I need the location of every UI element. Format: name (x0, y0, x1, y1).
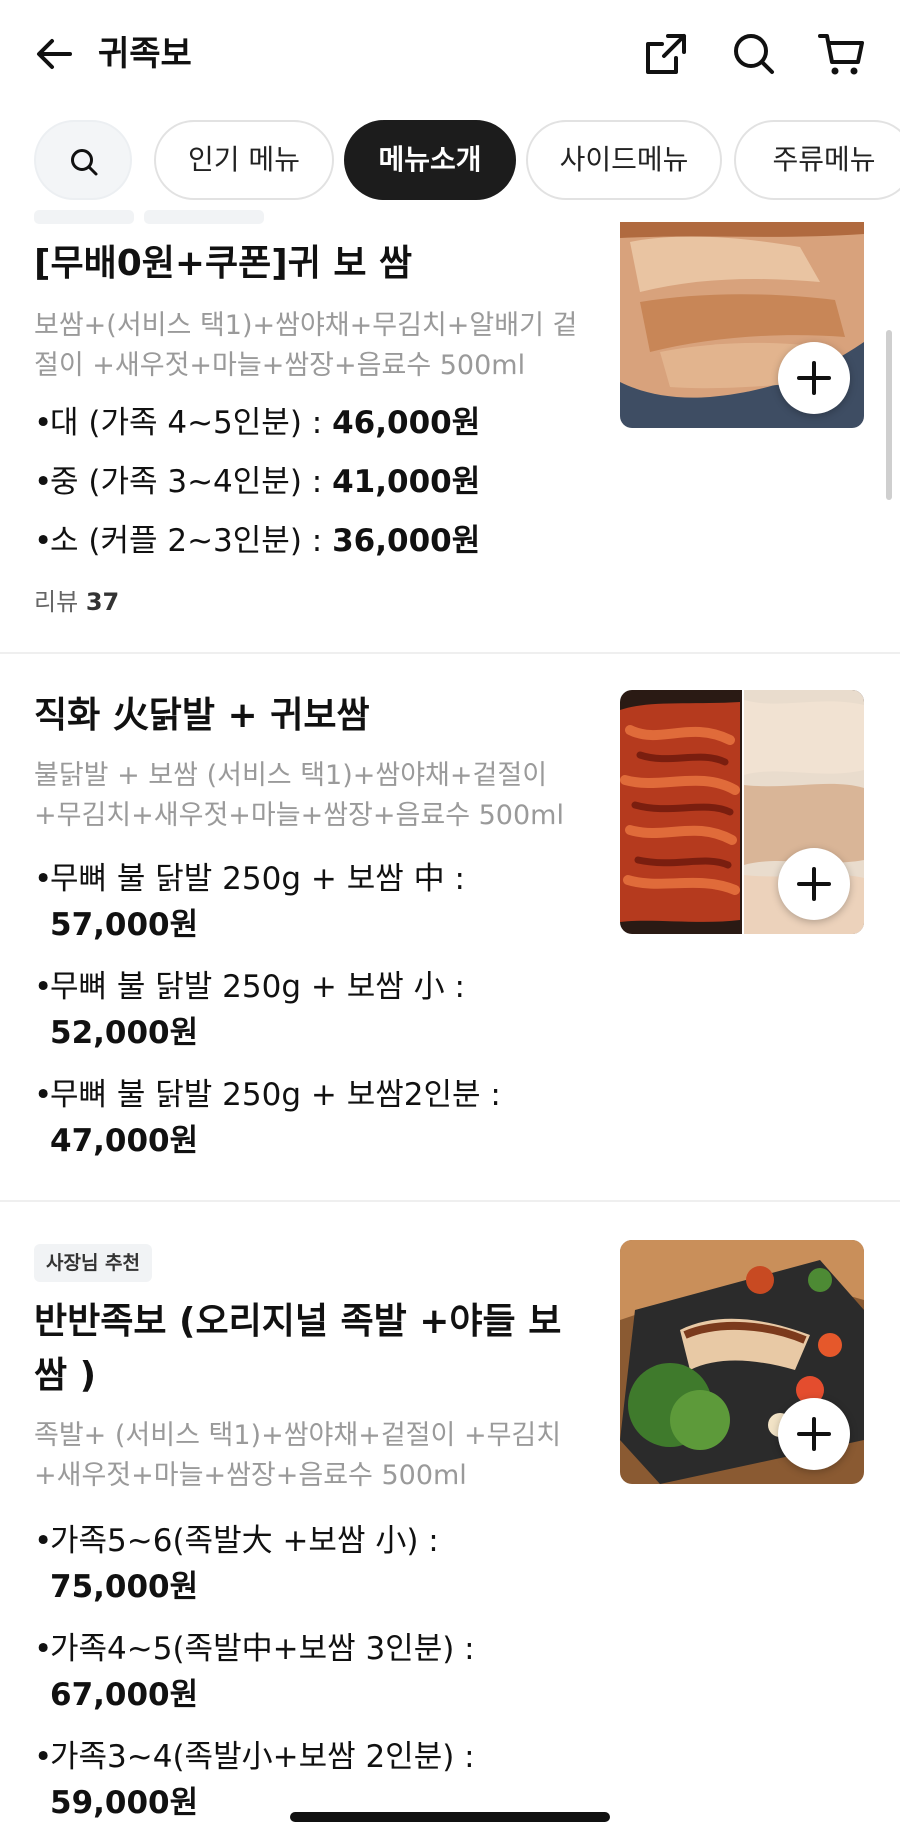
menu-item-name: 반반족보 (오리지널 족발 +야들 보 (34, 1301, 562, 1342)
add-to-cart-button[interactable] (778, 1398, 850, 1470)
tab-side-menu[interactable]: 사이드메뉴 (526, 120, 722, 200)
page-title: 귀족보 (98, 34, 192, 74)
option-price: 47,000원 (50, 1123, 199, 1159)
home-indicator[interactable] (290, 1812, 610, 1822)
price-option: • 무뼈 불 닭발 250g + 보쌈 小 :52,000원 (34, 969, 465, 1051)
option-label: 소 (커플 2~3인분) : (50, 523, 333, 559)
tab-liquor-menu[interactable]: 주류메뉴 (734, 120, 900, 200)
price-option: • 가족5~6(족발大 +보쌈 小) :75,000원 (34, 1523, 439, 1605)
option-label: 가족5~6(족발大 +보쌈 小) : (50, 1523, 439, 1559)
review-number: 37 (85, 588, 120, 616)
option-label: 무뼈 불 닭발 250g + 보쌈 中 : (50, 861, 465, 897)
search-icon[interactable] (728, 28, 780, 80)
owner-recommend-badge: 사장님 추천 (34, 1244, 153, 1282)
review-label: 리뷰 (34, 588, 79, 616)
menu-item-name-continued: 쌈 ) (34, 1355, 97, 1396)
badge-remnants (34, 210, 264, 224)
option-price: 41,000원 (332, 464, 481, 500)
price-option: • 중 (가족 3~4인분) : 41,000원 (34, 464, 481, 500)
price-option: • 소 (커플 2~3인분) : 36,000원 (34, 523, 481, 559)
menu-item-description: 절이 +새우젓+마늘+쌈장+음료수 500ml (34, 350, 526, 381)
option-label: 대 (가족 4~5인분) : (50, 405, 333, 441)
add-to-cart-button[interactable] (778, 848, 850, 920)
option-price: 36,000원 (332, 523, 481, 559)
option-price: 75,000원 (50, 1569, 199, 1605)
option-label: 중 (가족 3~4인분) : (50, 464, 333, 500)
menu-item-description: 족발+ (서비스 택1)+쌈야채+겉절이 +무김치 (34, 1420, 562, 1451)
option-label: 무뼈 불 닭발 250g + 보쌈2인분 : (50, 1077, 501, 1113)
app-header: 귀족보 (0, 0, 900, 108)
review-count[interactable]: 리뷰 37 (34, 582, 119, 617)
cart-icon[interactable] (816, 28, 868, 80)
option-price: 46,000원 (332, 405, 481, 441)
back-arrow-icon[interactable] (30, 30, 78, 78)
price-option: • 무뼈 불 닭발 250g + 보쌈2인분 :47,000원 (34, 1077, 501, 1159)
option-label: 가족3~4(족발小+보쌈 2인분) : (50, 1739, 475, 1775)
price-option: • 무뼈 불 닭발 250g + 보쌈 中 :57,000원 (34, 861, 465, 943)
option-label: 가족4~5(족발中+보쌈 3인분) : (50, 1631, 475, 1667)
tab-search-button[interactable] (34, 120, 132, 200)
menu-item-photo[interactable] (620, 222, 864, 428)
menu-item-description: 불닭발 + 보쌈 (서비스 택1)+쌈야채+겉절이 (34, 760, 548, 791)
share-icon[interactable] (640, 28, 692, 80)
menu-item-photo[interactable] (620, 1240, 864, 1484)
option-price: 57,000원 (50, 907, 199, 943)
option-price: 67,000원 (50, 1677, 199, 1713)
tab-menu-intro[interactable]: 메뉴소개 (344, 120, 516, 200)
option-price: 59,000원 (50, 1785, 199, 1821)
price-option: • 가족4~5(족발中+보쌈 3인분) :67,000원 (34, 1631, 475, 1713)
option-label: 무뼈 불 닭발 250g + 보쌈 小 : (50, 969, 465, 1005)
menu-item-photo[interactable] (620, 690, 864, 934)
option-price: 52,000원 (50, 1015, 199, 1051)
menu-item-description: +무김치+새우젓+마늘+쌈장+음료수 500ml (34, 800, 564, 831)
scrollbar[interactable] (886, 330, 892, 500)
search-icon (71, 149, 98, 176)
price-option: • 대 (가족 4~5인분) : 46,000원 (34, 405, 481, 441)
menu-item-description: 보쌈+(서비스 택1)+쌈야채+무김치+알배기 겉 (34, 310, 578, 341)
category-tabs: 인기 메뉴 메뉴소개 사이드메뉴 주류메뉴 (0, 118, 900, 206)
menu-item-name: [무배0원+쿠폰]귀 보 쌈 (34, 243, 413, 284)
menu-item-description: +새우젓+마늘+쌈장+음료수 500ml (34, 1460, 467, 1491)
menu-item-name: 직화 火닭발 + 귀보쌈 (34, 695, 370, 736)
add-to-cart-button[interactable] (778, 342, 850, 414)
tab-popular-menu[interactable]: 인기 메뉴 (154, 120, 334, 200)
